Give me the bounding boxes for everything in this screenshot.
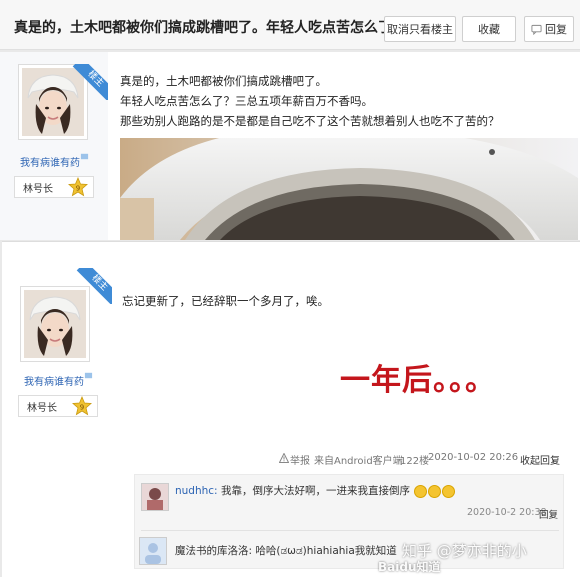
author-username[interactable]: 我有病谁有药 (20, 154, 80, 169)
level-number-2: 9 (80, 404, 84, 412)
baidu-watermark: Baidu知道 (378, 560, 441, 574)
op-badge: 楼主 (72, 64, 108, 100)
report-icon[interactable] (279, 453, 289, 463)
update-text: 忘记更新了，已经辞职一个多月了，唉。 (122, 294, 329, 308)
author-sidebar-2: 楼主 我有病谁有药 林号长 9 (2, 242, 112, 442)
favorite-button[interactable]: 收藏 (462, 16, 516, 42)
comment-username-2[interactable]: 魔法书的库洛洛: (175, 545, 252, 557)
emoji-icon (428, 484, 442, 498)
comment-text: 我靠，倒序大法好啊，一进来我直接倒序 (220, 485, 410, 497)
post-image[interactable] (120, 138, 578, 240)
comment-text-2: 哈哈(ಡωಡ)hiahiahia我就知道 (255, 545, 397, 557)
overlay-caption: 一年后。。。 (340, 363, 496, 398)
collapse-replies-link[interactable]: 收起回复 (520, 452, 560, 467)
default-avatar-icon (140, 538, 166, 564)
report-link[interactable]: 举报 (290, 452, 310, 467)
comment-username[interactable]: nudhhc: (175, 485, 218, 497)
client-source: 来自Android客户端 (314, 456, 403, 467)
emoji-icon (442, 484, 456, 498)
comment-avatar-image (142, 484, 168, 510)
post-datetime: 2020-10-02 20:26 (428, 452, 519, 463)
comment-datetime: 2020-10-2 20:38 (467, 507, 547, 518)
level-badge-icon-2: 9 (72, 396, 92, 416)
reply-button-label: 回复 (545, 23, 567, 36)
comment-avatar-2[interactable] (139, 537, 167, 565)
thread-header: 真是的，土木吧都被你们搞成跳槽吧了。年轻人吃点苦怎么了... 取消只看楼主 收藏… (0, 0, 580, 50)
level-number: 9 (76, 185, 80, 193)
post-line-3: 那些劝别人跑路的是不是都是自己吃不了这个苦就想着别人也吃不了苦的？ (120, 114, 500, 128)
rank-title: 林号长 (23, 183, 53, 195)
user-rank: 林号长 9 (14, 176, 94, 198)
op-badge-2: 楼主 (76, 268, 112, 304)
user-tag-icon (80, 153, 89, 160)
level-badge-icon: 9 (68, 177, 88, 197)
reply-icon (531, 24, 542, 35)
user-tag-icon-2 (84, 372, 93, 379)
emoji-icon (414, 484, 428, 498)
op-badge-label-2: 楼主 (76, 268, 112, 304)
update-post: 楼主 我有病谁有药 林号长 9 忘记更新了，已经辞职一个多月了，唉。 一年后。。… (2, 241, 580, 577)
floor-number: 122楼 (400, 456, 430, 467)
post-line-2: 年轻人吃点苦怎么了？三总五项年薪百万不香吗。 (120, 94, 373, 108)
comment-item: nudhhc: 我靠，倒序大法好啊，一进来我直接倒序 (175, 483, 456, 498)
op-badge-label: 楼主 (72, 64, 108, 100)
comment-divider (141, 530, 559, 531)
comment-avatar[interactable] (141, 483, 169, 511)
hard-hat-photo (120, 138, 578, 240)
original-post: 楼主 我有病谁有药 林号长 9 真是的，土木吧都被你们搞成跳槽吧了。 年轻人吃点… (0, 52, 580, 240)
comment-reply-link[interactable]: 回复 (539, 507, 558, 521)
reply-button[interactable]: 回复 (524, 16, 574, 42)
comment-item-2: 魔法书的库洛洛: 哈哈(ಡωಡ)hiahiahia我就知道 (175, 543, 397, 558)
thread-title: 真是的，土木吧都被你们搞成跳槽吧了。年轻人吃点苦怎么了... (14, 20, 408, 36)
post-line-1: 真是的，土木吧都被你们搞成跳槽吧了。 (120, 74, 327, 88)
show-only-op-button[interactable]: 取消只看楼主 (384, 16, 456, 42)
rank-title-2: 林号长 (27, 402, 57, 414)
author-sidebar: 楼主 我有病谁有药 林号长 9 (0, 52, 108, 240)
user-rank-2: 林号长 9 (18, 395, 98, 417)
author-username-2[interactable]: 我有病谁有药 (24, 373, 84, 388)
